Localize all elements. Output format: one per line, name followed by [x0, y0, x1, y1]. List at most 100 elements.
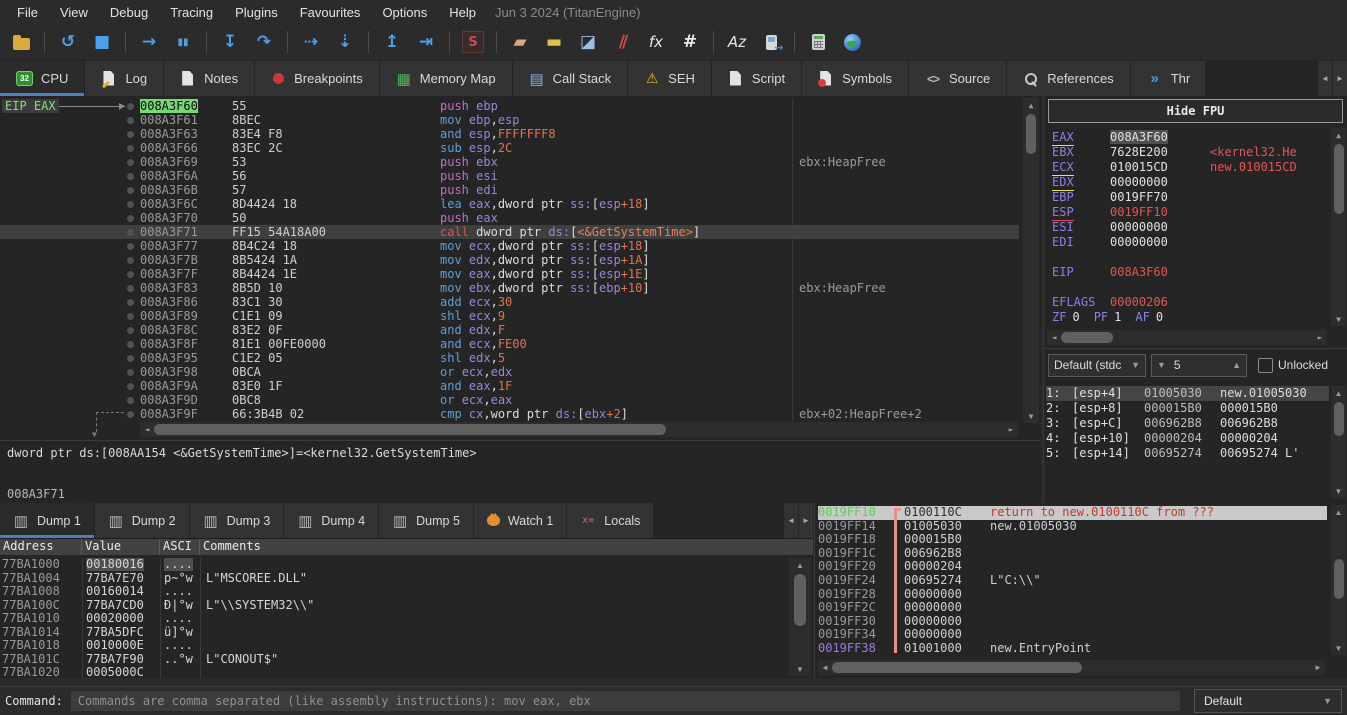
scroll-thumb[interactable] [1334, 144, 1344, 214]
register-row[interactable]: ZF0PF1AF0 [1052, 310, 1327, 325]
menu-item-file[interactable]: File [6, 2, 49, 23]
argument-row[interactable]: 3:[esp+C]006962B8006962B8 [1046, 416, 1329, 431]
tab-seh[interactable]: ⚠SEH [628, 61, 711, 96]
breakpoint-dot[interactable] [127, 215, 134, 222]
breakpoint-dot[interactable] [127, 103, 134, 110]
scroll-down-icon[interactable]: ▼ [1024, 409, 1038, 423]
breakpoint-dot[interactable] [127, 383, 134, 390]
scroll-right-icon[interactable]: ► [1311, 661, 1325, 675]
dump-column-header[interactable]: Address [0, 539, 82, 555]
dump-tab-watch-1[interactable]: Watch 1 [474, 503, 566, 538]
register-row[interactable]: EDX00000000 [1052, 175, 1327, 190]
dump-column-header[interactable]: Comments [200, 539, 813, 555]
spinner-down-icon[interactable]: ▼ [1157, 360, 1166, 370]
label-icon[interactable]: ◪ [577, 31, 599, 53]
registers-vscrollbar[interactable]: ▲ ▼ [1331, 128, 1346, 326]
register-row[interactable]: EFLAGS00000206 [1052, 295, 1327, 310]
breakpoint-dot[interactable] [127, 355, 134, 362]
breakpoint-dot[interactable] [127, 327, 134, 334]
disasm-row[interactable]: 008A3F838B5D 10mov ebx,dword ptr ss:[ebp… [0, 281, 1019, 295]
breakpoint-dot[interactable] [127, 173, 134, 180]
breakpoint-dot[interactable] [127, 243, 134, 250]
menu-item-options[interactable]: Options [371, 2, 438, 23]
disasm-row[interactable]: 008A3F7050push eax [0, 211, 1019, 225]
disasm-row[interactable]: 008A3F7F8B4424 1Emov eax,dword ptr ss:[e… [0, 267, 1019, 281]
dump-row[interactable]: 77BA10180010000E.... [0, 639, 787, 653]
disassembly-pane[interactable]: EIP EAX008A3F6055push ebp008A3F618BECmov… [0, 96, 1041, 441]
disasm-row[interactable]: 008A3F6383E4 F8and esp,FFFFFFF8 [0, 127, 1019, 141]
dump-row[interactable]: 77BA101000020000.... [0, 612, 787, 626]
dump-tab-dump-5[interactable]: ▥Dump 5 [379, 503, 473, 538]
disasm-row[interactable]: 008A3F9A83E0 1Fand eax,1F [0, 379, 1019, 393]
disasm-row[interactable]: 008A3F6A56push esi [0, 169, 1019, 183]
dump-tab-dump-3[interactable]: ▥Dump 3 [190, 503, 284, 538]
patch-icon[interactable]: ▰ [509, 31, 531, 53]
menu-item-tracing[interactable]: Tracing [159, 2, 224, 23]
tab-log[interactable]: Log [85, 61, 163, 96]
dump-tab-dump-1[interactable]: ▥Dump 1 [0, 503, 94, 538]
menu-item-plugins[interactable]: Plugins [224, 2, 289, 23]
scroll-up-icon[interactable]: ▲ [1332, 128, 1346, 142]
breakpoint-dot[interactable] [127, 271, 134, 278]
highlight-icon[interactable]: ∕∕ [611, 31, 633, 53]
pause-icon[interactable]: ▮▮ [172, 31, 194, 53]
tab-call-stack[interactable]: ▤Call Stack [513, 61, 628, 96]
calculator-icon[interactable] [807, 31, 829, 53]
breakpoint-dot[interactable] [127, 229, 134, 236]
dump-column-header[interactable]: ASCI [160, 539, 200, 555]
scroll-up-icon[interactable]: ▲ [1024, 98, 1038, 112]
scroll-up-icon[interactable]: ▲ [793, 558, 807, 572]
scylla-icon[interactable]: S [462, 31, 484, 53]
menu-item-view[interactable]: View [49, 2, 99, 23]
scroll-down-icon[interactable]: ▼ [1332, 641, 1346, 655]
tab-cpu[interactable]: 32CPU [0, 61, 84, 96]
register-row[interactable]: EBP0019FF70 [1052, 190, 1327, 205]
close-icon[interactable]: ■ [91, 31, 113, 53]
dump-row[interactable]: 77BA100C77BA7CD0Ð|°wL"\\SYSTEM32\\" [0, 599, 787, 613]
dump-row[interactable]: 77BA101C77BA7F90..°wL"CONOUT$" [0, 653, 787, 667]
scroll-right-icon[interactable]: ► [1004, 423, 1018, 437]
menu-item-help[interactable]: Help [438, 2, 487, 23]
stack-pane[interactable]: 0019FF100100110Creturn to new.0100110C f… [814, 503, 1347, 678]
hash-icon[interactable]: # [679, 31, 701, 53]
disasm-row[interactable]: 008A3F778B4C24 18mov ecx,dword ptr ss:[e… [0, 239, 1019, 253]
disasm-row[interactable]: 008A3F8683C1 30add ecx,30 [0, 295, 1019, 309]
profile-select[interactable]: Default ▼ [1194, 689, 1342, 713]
tab-scroll-right-icon[interactable]: ► [1333, 61, 1347, 96]
dump-column-header[interactable]: Value [82, 539, 160, 555]
register-row[interactable]: ESP0019FF10 [1052, 205, 1327, 220]
breakpoint-dot[interactable] [127, 299, 134, 306]
scroll-thumb[interactable] [1026, 114, 1036, 154]
run-to-user-code-icon[interactable]: ⇥ [415, 31, 437, 53]
disasm-row[interactable]: 008A3F980BCAor ecx,edx [0, 365, 1019, 379]
dump-row[interactable]: 77BA100000180016.... [0, 558, 787, 572]
register-row[interactable]: EAX008A3F60 [1052, 130, 1327, 145]
tab-scroll-left-icon[interactable]: ◄ [1318, 61, 1332, 96]
disasm-row[interactable]: 008A3F7B8B5424 1Amov edx,dword ptr ss:[e… [0, 253, 1019, 267]
run-icon[interactable]: → [138, 31, 160, 53]
disasm-row[interactable]: EIP EAX008A3F6055push ebp [0, 99, 1019, 113]
hide-fpu-button[interactable]: Hide FPU [1048, 99, 1343, 123]
breakpoint-dot[interactable] [127, 201, 134, 208]
scroll-left-icon[interactable]: ◄ [818, 661, 832, 675]
disassembly-vscrollbar[interactable]: ▲ ▼ [1023, 98, 1039, 423]
execute-till-return-icon[interactable]: ↥ [381, 31, 403, 53]
scroll-thumb[interactable] [154, 424, 666, 435]
dump-row[interactable]: 77BA100800160014.... [0, 585, 787, 599]
argument-row[interactable]: 5:[esp+14]0069527400695274 L' [1046, 446, 1329, 461]
scroll-down-icon[interactable]: ▼ [1332, 312, 1346, 326]
scroll-thumb[interactable] [1061, 332, 1113, 343]
disasm-row[interactable]: 008A3F71FF15 54A18A00call dword ptr ds:[… [0, 225, 1019, 239]
function-icon[interactable]: fx [645, 31, 667, 53]
tab-symbols[interactable]: Symbols [802, 61, 908, 96]
comment-icon[interactable]: ▬ [543, 31, 565, 53]
restart-icon[interactable]: ↺ [57, 31, 79, 53]
menu-item-debug[interactable]: Debug [99, 2, 159, 23]
calling-convention-select[interactable]: Default (stdc ▼ [1048, 354, 1146, 377]
scroll-left-icon[interactable]: ◄ [140, 423, 154, 437]
open-file-icon[interactable] [10, 31, 32, 53]
animate-into-icon[interactable]: ⇢ [300, 31, 322, 53]
breakpoint-dot[interactable] [127, 411, 134, 418]
register-row[interactable] [1052, 280, 1327, 295]
tab-notes[interactable]: Notes [164, 61, 254, 96]
